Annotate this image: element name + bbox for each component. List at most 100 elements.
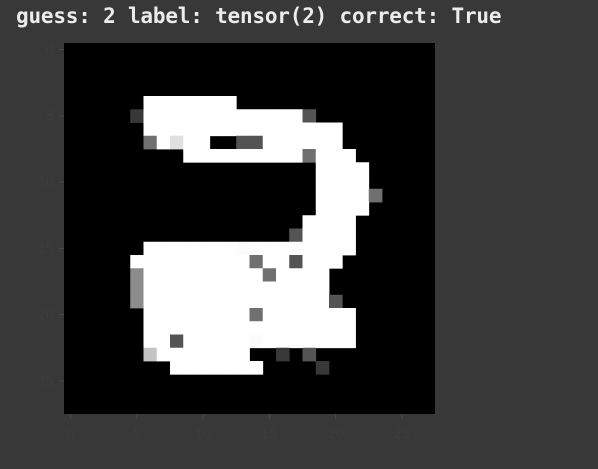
y-tick-label: 15 [37,242,54,257]
pixel [302,294,317,309]
pixel [302,334,317,349]
pixel [329,122,343,137]
pixel [183,122,197,137]
pixel [183,281,197,296]
pixel [156,294,171,309]
pixel [183,255,197,269]
pixel [170,135,184,150]
pixel [315,268,330,282]
pixel [196,241,211,256]
pixel [276,109,290,123]
pixel [315,188,330,203]
pixel [156,109,171,123]
pixel [196,361,211,375]
pixel [315,162,330,176]
pixel [249,361,264,375]
pixel [196,96,211,110]
pixel [262,241,277,256]
pixel [236,321,250,335]
pixel [289,149,303,163]
pixel [223,268,237,282]
pixel [302,149,317,163]
pixel [289,109,303,123]
pixel [289,241,303,256]
pixel [143,109,158,123]
pixel [276,268,290,282]
pixel [223,255,237,269]
pixel [329,175,343,190]
pixel [276,334,290,349]
pixel [329,255,343,269]
pixel [183,321,197,335]
pixel [236,149,250,163]
pixel [302,268,317,282]
pixel [183,149,197,163]
pixel [209,361,224,375]
pixel [156,96,171,110]
pixel [236,347,250,362]
pixel [329,321,343,335]
pixel [302,255,317,269]
pixel [143,122,158,137]
pixel [170,122,184,137]
pixel [143,281,158,296]
pixel [143,308,158,322]
pixel [143,96,158,110]
pixel [315,294,330,309]
pixel [209,334,224,349]
pixel [262,294,277,309]
pixel [262,149,277,163]
pixel [170,294,184,309]
pixel [302,228,317,243]
pixel [209,96,224,110]
y-tick-label: 5 [46,109,54,124]
pixel [249,109,264,123]
pixel [130,255,144,269]
pixel [249,241,264,256]
pixel [183,268,197,282]
pixel [302,109,317,123]
pixel [170,268,184,282]
pixel [143,135,158,150]
pixel [368,188,383,203]
pixel [209,241,224,256]
pixel [130,281,144,296]
pixel [170,334,184,349]
pixel [276,122,290,137]
y-tick-label: 20 [37,308,54,323]
pixel [236,135,250,150]
pixel [302,347,317,362]
pixel [209,122,224,137]
pixel [196,294,211,309]
pixel [342,228,356,243]
pixel [342,308,356,322]
pixel [236,241,250,256]
pixel [236,122,250,137]
pixel [302,241,317,256]
pixel [183,308,197,322]
pixel [196,122,211,137]
pixel [156,321,171,335]
pixel [329,135,343,150]
pixel [289,281,303,296]
pixel [183,294,197,309]
pixel [342,202,356,216]
pixel [196,321,211,335]
pixel [315,334,330,349]
pixel [289,334,303,349]
pixel [143,334,158,349]
pixel [143,347,158,362]
pixel [329,202,343,216]
pixel [355,162,370,176]
pixel [130,268,144,282]
pixel [315,321,330,335]
pixel [289,228,303,243]
pixel [196,334,211,349]
pixel [209,109,224,123]
pixel [249,334,264,349]
pixel [342,149,356,163]
pixel [209,281,224,296]
pixel [276,135,290,150]
pixel [342,241,356,256]
x-tick-label: 20 [327,427,344,442]
